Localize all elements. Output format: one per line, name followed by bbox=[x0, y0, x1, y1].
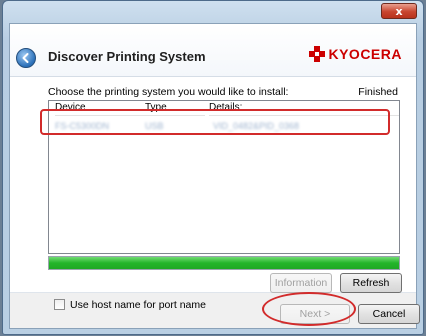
progress-bar bbox=[48, 256, 400, 270]
client-area: Discover Printing System KYOCERA Choose … bbox=[9, 23, 420, 329]
device-list[interactable]: Device Type Details: FS-C5300DN USB VID_… bbox=[48, 100, 400, 254]
instruction-text: Choose the printing system you would lik… bbox=[48, 86, 289, 98]
close-icon: x bbox=[395, 4, 403, 18]
header: Discover Printing System KYOCERA bbox=[10, 24, 416, 76]
brand-name: KYOCERA bbox=[328, 46, 402, 62]
column-header-type[interactable]: Type bbox=[145, 101, 205, 116]
next-button-highlight bbox=[262, 292, 356, 326]
refresh-button[interactable]: Refresh bbox=[340, 273, 402, 293]
use-host-name-label[interactable]: Use host name for port name bbox=[70, 299, 206, 311]
status-text: Finished bbox=[358, 86, 398, 98]
close-button[interactable]: x bbox=[381, 3, 417, 19]
device-cell: FS-C5300DN bbox=[55, 121, 110, 131]
table-row[interactable]: FS-C5300DN USB VID_0482&PID_0368 bbox=[51, 117, 397, 135]
type-cell: USB bbox=[145, 121, 164, 131]
kyocera-logo: KYOCERA bbox=[309, 46, 402, 62]
use-host-name-checkbox[interactable] bbox=[54, 299, 65, 310]
column-header-details[interactable]: Details: bbox=[209, 101, 399, 116]
header-divider bbox=[10, 76, 416, 77]
column-header-device[interactable]: Device bbox=[55, 101, 145, 116]
kyocera-mark-icon bbox=[309, 46, 326, 62]
details-cell: VID_0482&PID_0368 bbox=[213, 121, 300, 131]
information-button[interactable]: Information bbox=[270, 273, 332, 293]
page-title: Discover Printing System bbox=[48, 49, 206, 64]
cancel-button[interactable]: Cancel bbox=[358, 304, 420, 324]
installer-window: x Discover Printing System KYOCERA Choos… bbox=[2, 0, 424, 335]
progress-fill bbox=[49, 257, 399, 269]
back-arrow-icon[interactable] bbox=[16, 48, 36, 68]
